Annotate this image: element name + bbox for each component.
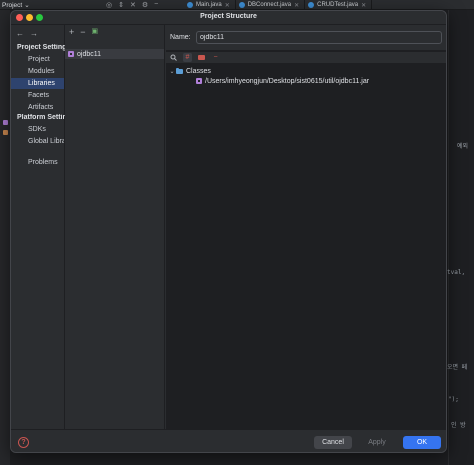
ide-top-bar: Project ⌄ ◎ ⇕ ✕ ⚙ − Main.java ✕ DBConnec… (0, 0, 474, 10)
search-icon[interactable] (169, 53, 178, 62)
close-icon[interactable]: ✕ (361, 2, 366, 9)
nav-item-libraries[interactable]: Libraries (11, 78, 64, 89)
code-snippet: "); (448, 396, 459, 403)
apply-button[interactable]: Apply (359, 436, 395, 449)
project-dropdown[interactable]: Project ⌄ (2, 1, 30, 10)
target-icon[interactable]: ◎ (106, 1, 112, 9)
editor-background: 예외 tval, 오면 페 "); 인 방 (447, 10, 474, 465)
copy-icon[interactable]: ▣ (92, 27, 99, 37)
nav-item-artifacts[interactable]: Artifacts (11, 102, 64, 113)
java-file-icon (238, 2, 245, 8)
folder-shape (198, 55, 205, 60)
tab-label: CRUDTest.java (317, 2, 359, 8)
library-toolbar: + − ▣ (69, 27, 98, 37)
library-icon (68, 51, 74, 57)
folder-icon (3, 130, 8, 135)
nav-item-problems[interactable]: Problems (11, 157, 64, 168)
library-list-item[interactable]: ojdbc11 (65, 49, 164, 59)
add-folder-icon[interactable] (197, 53, 206, 62)
platform-settings-header: Platform Settings (17, 114, 65, 121)
code-snippet: 예외 (457, 143, 469, 150)
add-root-icon[interactable]: # (183, 53, 192, 62)
nav-item-modules[interactable]: Modules (11, 66, 64, 77)
ok-button[interactable]: OK (403, 436, 441, 449)
ide-tool-icons: ◎ ⇕ ✕ ⚙ − (106, 1, 158, 9)
remove-icon[interactable]: − (80, 27, 85, 37)
close-icon[interactable]: ✕ (225, 2, 230, 9)
tab-dbconnect-java[interactable]: DBConnect.java ✕ (236, 0, 306, 10)
tab-label: Main.java (196, 2, 222, 8)
project-settings-header: Project Settings (17, 44, 65, 51)
code-snippet: 인 방 (451, 422, 466, 429)
tree-node-label: Classes (186, 67, 211, 75)
ide-left-gutter (0, 10, 10, 465)
name-label: Name: (170, 34, 191, 41)
nav-item-project[interactable]: Project (11, 54, 64, 65)
back-arrow-icon[interactable]: ← (16, 29, 24, 38)
java-file-icon (308, 2, 315, 8)
library-name-input[interactable] (196, 31, 442, 44)
java-file-icon (187, 2, 193, 8)
minus-icon[interactable]: − (154, 1, 158, 9)
gear-icon[interactable]: ⚙ (142, 1, 148, 9)
code-snippet: 오면 페 (447, 364, 468, 371)
cancel-button[interactable]: Cancel (314, 436, 352, 449)
project-dropdown-label: Project (2, 1, 23, 9)
forward-arrow-icon[interactable]: → (30, 29, 38, 38)
editor-tabs: Main.java ✕ DBConnect.java ✕ CRUDTest.ja… (184, 0, 373, 10)
module-icon (3, 120, 8, 125)
tab-label: DBConnect.java (247, 2, 292, 8)
jar-path: /Users/imhyeongjun/Desktop/sist0615/util… (205, 77, 370, 85)
name-row: Name: (166, 25, 446, 51)
chevron-down-icon[interactable]: ⌄ (168, 68, 176, 75)
nav-item-sdks[interactable]: SDKs (11, 124, 64, 135)
detail-toolbar: # − (166, 52, 446, 64)
close-icon[interactable]: ✕ (294, 2, 299, 9)
library-detail-panel: Name: # − ⌄ Classes /Users/imhyeongjun/D… (166, 25, 446, 429)
settings-nav: ← → Project Settings Project Modules Lib… (11, 25, 65, 429)
library-name: ojdbc11 (77, 50, 102, 58)
help-button[interactable]: ? (18, 437, 29, 448)
project-structure-dialog: Project Structure ← → Project Settings P… (10, 10, 447, 453)
nav-item-facets[interactable]: Facets (11, 90, 64, 101)
search-icon-glyph (170, 54, 177, 61)
tab-crudtest-java[interactable]: CRUDTest.java ✕ (305, 0, 373, 10)
remove-icon[interactable]: − (211, 53, 220, 62)
tab-main-java[interactable]: Main.java ✕ (184, 0, 236, 10)
dialog-title: Project Structure (200, 13, 257, 20)
close-icon[interactable]: ✕ (130, 1, 136, 9)
dialog-footer: ? Cancel Apply OK (11, 429, 446, 452)
collapse-icon[interactable]: ⇕ (118, 1, 124, 9)
tree-node-classes[interactable]: ⌄ Classes (166, 66, 446, 76)
chevron-down-icon: ⌄ (24, 2, 30, 9)
code-snippet: tval, (447, 269, 466, 276)
nav-arrows: ← → (16, 29, 38, 38)
nav-item-global-libraries[interactable]: Global Libraries (11, 136, 64, 147)
dialog-titlebar: Project Structure (11, 11, 446, 25)
library-roots-tree: ⌄ Classes /Users/imhyeongjun/Desktop/sis… (166, 66, 446, 86)
add-icon[interactable]: + (69, 27, 74, 37)
jar-icon (196, 78, 202, 84)
tree-node-jar[interactable]: /Users/imhyeongjun/Desktop/sist0615/util… (166, 76, 446, 86)
folder-icon (176, 67, 183, 74)
library-list-panel: + − ▣ ojdbc11 (65, 25, 165, 429)
